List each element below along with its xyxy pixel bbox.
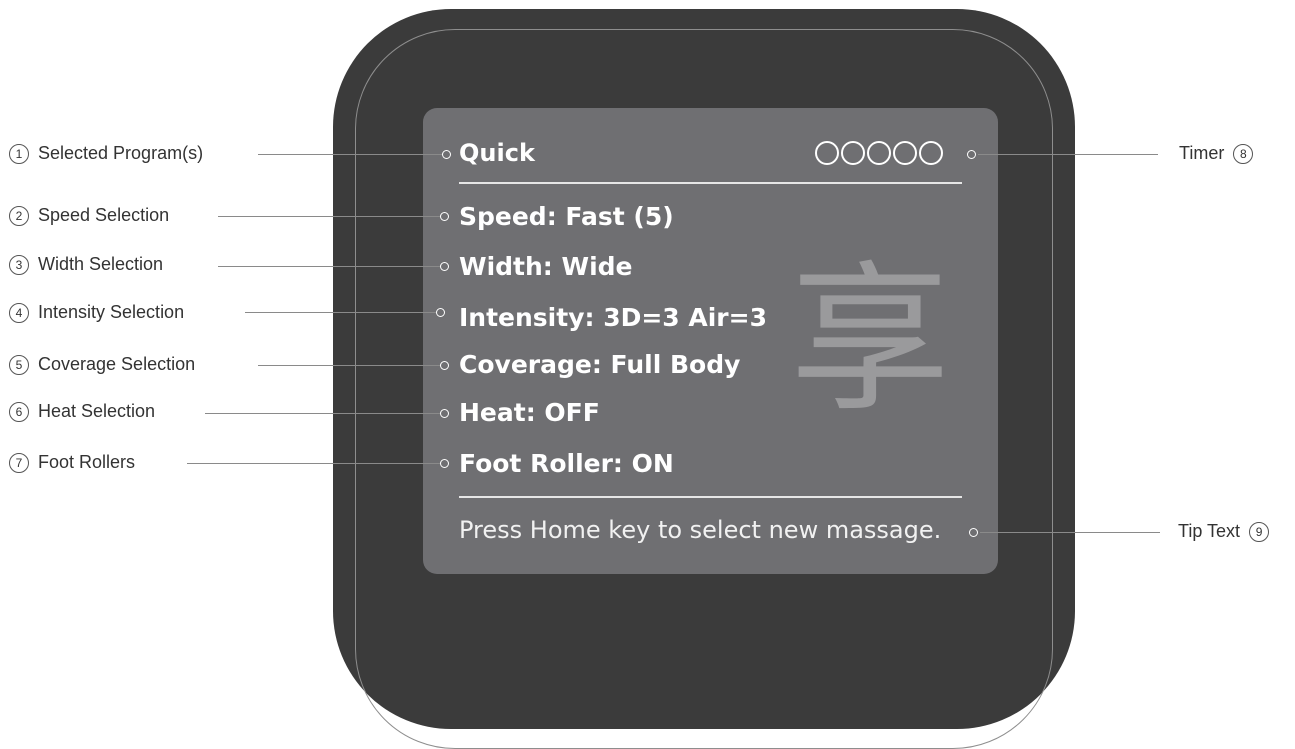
callout-selected-program: 1 Selected Program(s) (9, 143, 203, 164)
callout-label: Tip Text (1178, 521, 1241, 541)
foot-roller-line: Foot Roller: ON (459, 449, 674, 478)
timer-circle (893, 141, 917, 165)
callout-number: 1 (9, 143, 29, 164)
callout-number: 8 (1233, 143, 1254, 164)
width-line: Width: Wide (459, 252, 633, 281)
callout-tip-text: Tip Text 9 (1178, 521, 1270, 542)
callout-label: Foot Rollers (38, 452, 136, 472)
timer-circle (815, 141, 839, 165)
leader-line-foot-rollers (187, 463, 440, 465)
callout-heat-selection: 6 Heat Selection (9, 401, 155, 422)
leader-line-tip (980, 532, 1160, 534)
bottom-divider (459, 496, 962, 498)
leader-line-heat (205, 413, 440, 415)
callout-intensity-selection: 4 Intensity Selection (9, 302, 184, 323)
callout-number: 9 (1249, 521, 1270, 542)
leader-line-coverage (258, 365, 440, 367)
callout-number: 4 (9, 302, 29, 323)
callout-number: 3 (9, 254, 29, 275)
leader-line-program (258, 154, 442, 156)
timer-circle (867, 141, 891, 165)
callout-label: Heat Selection (38, 401, 156, 421)
callout-foot-rollers: 7 Foot Rollers (9, 452, 135, 473)
anchor-dot-speed (440, 212, 449, 221)
coverage-line: Coverage: Full Body (459, 350, 741, 379)
anchor-dot-width (440, 262, 449, 271)
callout-label: Coverage Selection (38, 354, 196, 374)
timer-indicator (815, 141, 943, 165)
speed-line: Speed: Fast (5) (459, 202, 674, 231)
callout-speed-selection: 2 Speed Selection (9, 205, 169, 226)
callout-coverage-selection: 5 Coverage Selection (9, 354, 195, 375)
anchor-dot-foot-roller (440, 459, 449, 468)
timer-circle (919, 141, 943, 165)
callout-width-selection: 3 Width Selection (9, 254, 163, 275)
timer-circle (841, 141, 865, 165)
anchor-dot-heat (440, 409, 449, 418)
anchor-dot-tip (969, 528, 978, 537)
brand-glyph: 享 (790, 246, 951, 433)
callout-label: Selected Program(s) (38, 143, 204, 163)
heat-line: Heat: OFF (459, 398, 600, 427)
anchor-dot-program (442, 150, 451, 159)
anchor-dot-intensity (436, 308, 445, 317)
leader-line-width (218, 266, 440, 268)
leader-line-timer (978, 154, 1158, 156)
callout-number: 5 (9, 354, 29, 375)
leader-line-intensity (245, 312, 436, 314)
selected-program: Quick (459, 139, 535, 167)
callout-number: 7 (9, 452, 29, 473)
tip-text: Press Home key to select new massage. (459, 516, 942, 544)
callout-label: Intensity Selection (38, 302, 185, 322)
leader-line-speed (218, 216, 440, 218)
callout-label: Speed Selection (38, 205, 170, 225)
callout-label: Width Selection (38, 254, 164, 274)
callout-label: Timer (1179, 143, 1225, 163)
top-divider (459, 182, 962, 184)
anchor-dot-coverage (440, 361, 449, 370)
intensity-line: Intensity: 3D=3 Air=3 (459, 303, 767, 332)
callout-number: 6 (9, 401, 29, 422)
callout-number: 2 (9, 205, 29, 226)
anchor-dot-timer (967, 150, 976, 159)
callout-timer: Timer 8 (1179, 143, 1254, 164)
